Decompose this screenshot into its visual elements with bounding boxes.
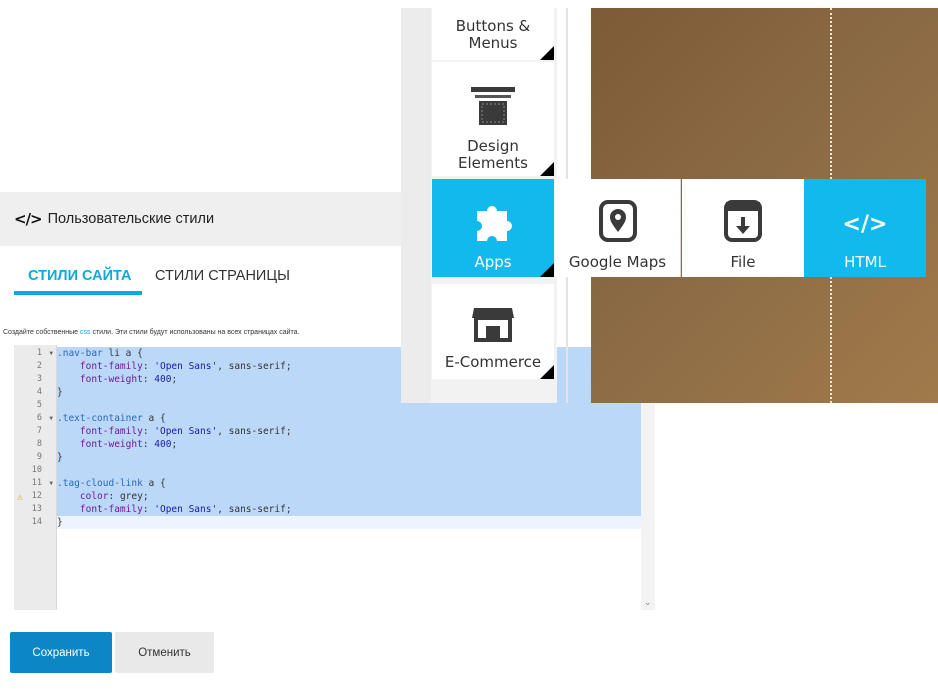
flyout-label: HTML — [844, 253, 886, 271]
flyout-item-google-maps[interactable]: Google Maps — [555, 179, 681, 277]
flyout-item-apps[interactable]: Apps — [432, 179, 554, 277]
fold-arrow-icon[interactable]: ▼ — [49, 347, 53, 360]
fold-arrow-icon[interactable]: ▼ — [49, 412, 53, 425]
line-number: 9 — [36, 452, 42, 462]
sidebar-item-label: Buttons & Menus — [455, 17, 531, 52]
sidebar-item-buttons-menus[interactable]: Buttons & Menus — [432, 8, 554, 60]
code-line[interactable]: } — [57, 516, 641, 529]
line-number-gutter: ▼ 1 2 3 4 5 ▼ 6 7 8 9 10 ▼ 11 ⚠ 12 13 14 — [14, 345, 57, 610]
map-pin-icon — [598, 200, 637, 242]
sidebar-item-label: E-Commerce — [444, 353, 542, 371]
line-number: 10 — [31, 465, 42, 475]
sidebar-item-label: Design Elements — [458, 137, 528, 172]
sidebar-item-design-elements[interactable]: Design Elements — [432, 62, 554, 176]
line-number: 5 — [36, 400, 42, 410]
hint-text-start: Создайте собственные — [3, 329, 81, 336]
line-number: 13 — [31, 504, 42, 514]
code-line[interactable]: font-family: 'Open Sans', sans-serif; — [57, 503, 641, 516]
save-button[interactable]: Сохранить — [10, 632, 112, 673]
line-number: ▼ 1 — [36, 347, 53, 360]
flyout-label: Apps — [474, 253, 512, 271]
design-elements-icon — [471, 87, 515, 125]
line-number: 7 — [36, 426, 42, 436]
flyout-item-html[interactable]: </> HTML — [804, 179, 926, 277]
puzzle-icon — [477, 206, 513, 241]
store-icon — [472, 308, 514, 342]
code-line[interactable]: font-weight: 400; — [57, 438, 641, 451]
line-number: 14 — [31, 517, 42, 527]
builder-left-strip — [401, 8, 431, 403]
line-number: ⚠ 12 — [17, 491, 42, 503]
code-line[interactable]: font-family: 'Open Sans', sans-serif; — [57, 425, 641, 438]
panel-title: Пользовательские стили — [47, 211, 215, 227]
code-icon: </> — [14, 210, 43, 228]
sidebar-item-e-commerce[interactable]: E-Commerce — [432, 284, 554, 379]
line-number: 8 — [36, 439, 42, 449]
line-number: ▼ 6 — [36, 412, 53, 425]
code-line[interactable]: } — [57, 451, 641, 464]
flyout-label: Google Maps — [568, 253, 667, 271]
code-line[interactable]: .tag-cloud-link a { — [57, 477, 641, 490]
scroll-down-icon[interactable]: ⌄ — [644, 597, 652, 608]
line-number: 4 — [36, 387, 42, 397]
flyout-label: File — [730, 253, 756, 271]
fold-arrow-icon[interactable]: ▼ — [49, 477, 53, 490]
corner-arrow-icon — [540, 162, 554, 176]
line-number: 2 — [36, 361, 42, 371]
code-line[interactable] — [57, 464, 641, 477]
code-icon: </> — [842, 212, 888, 237]
file-download-icon — [724, 200, 762, 242]
code-line[interactable]: .text-container a { — [57, 412, 641, 425]
tab-page-styles[interactable]: Стили страницы — [155, 268, 290, 284]
active-tab-underline — [14, 291, 142, 295]
cancel-button[interactable]: Отменить — [115, 632, 214, 673]
site-builder-panel: Buttons & Menus Design Elements E-Commer… — [401, 8, 938, 403]
css-link[interactable]: css — [80, 329, 91, 336]
hint-text-end: стили. Эти стили будут использованы на в… — [90, 329, 300, 336]
corner-arrow-icon — [540, 46, 554, 60]
corner-arrow-icon — [540, 365, 554, 379]
code-line[interactable]: color: grey; — [57, 490, 641, 503]
tab-site-styles[interactable]: Стили сайта — [28, 268, 131, 284]
flyout-item-file[interactable]: File — [682, 179, 804, 277]
line-number: ▼ 11 — [31, 477, 53, 490]
apps-flyout: Apps Google Maps File </> HTML — [432, 179, 938, 277]
corner-arrow-icon — [540, 263, 554, 277]
line-number: 3 — [36, 374, 42, 384]
editor-hint: Создайте собственные css стили. Эти стил… — [3, 329, 299, 336]
